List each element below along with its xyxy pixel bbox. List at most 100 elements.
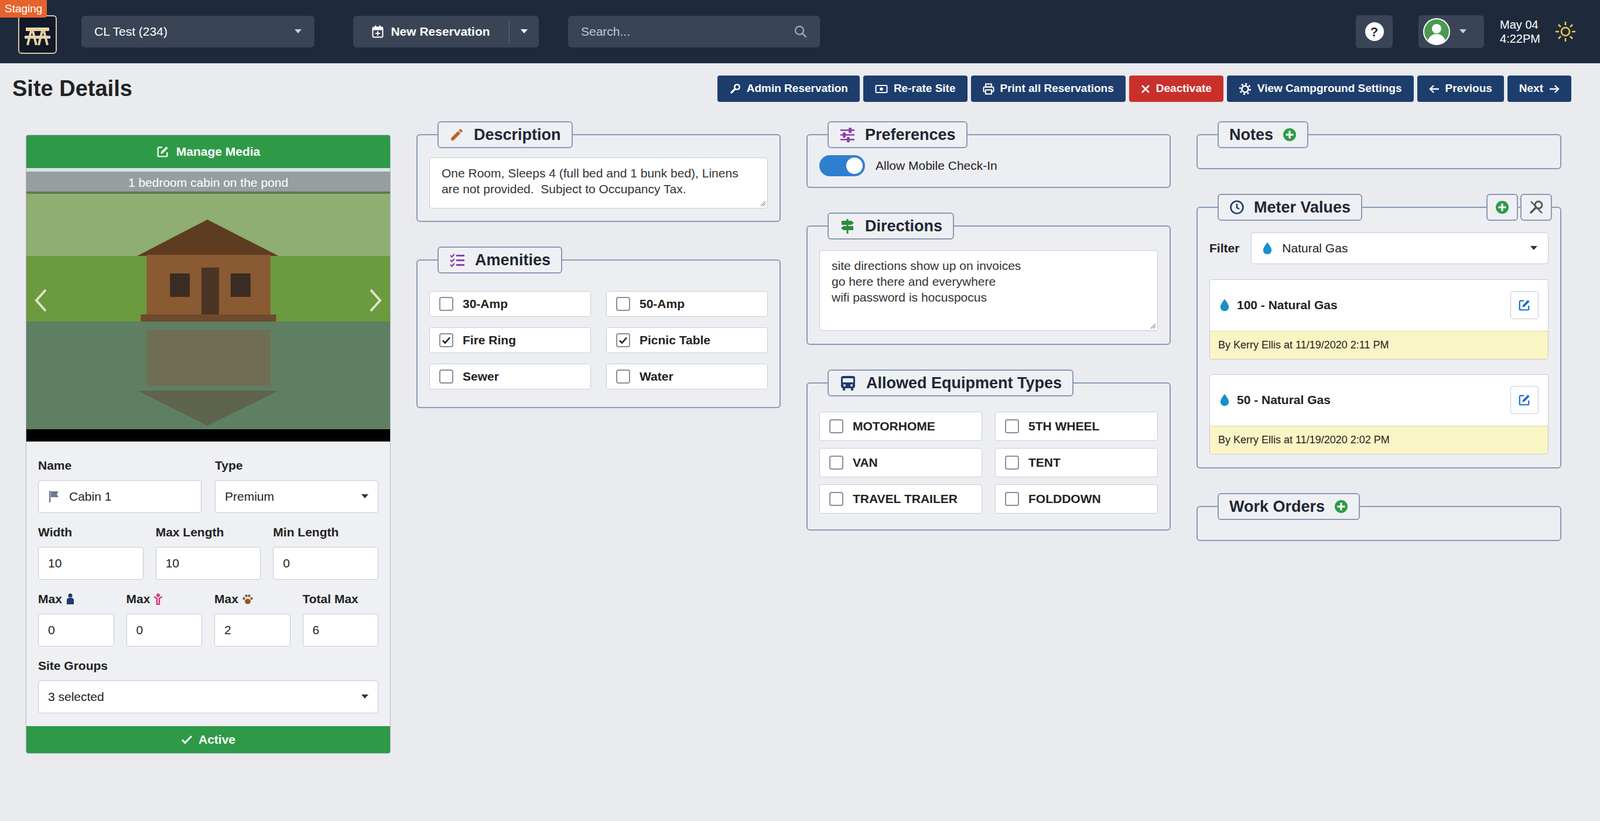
previous-photo-button[interactable] (33, 288, 49, 313)
equipment-item[interactable]: VAN (819, 448, 983, 478)
action-button[interactable]: Print all Reservations (971, 75, 1126, 102)
equipment-item[interactable]: MOTORHOME (819, 411, 983, 441)
checkbox[interactable] (829, 455, 844, 470)
equipment-item-label: TRAVEL TRAILER (852, 489, 958, 509)
form-field: Max (214, 591, 291, 647)
caret-down-icon (361, 494, 369, 499)
description-textarea[interactable]: One Room, Sleeps 4 (full bed and 1 bunk … (429, 157, 768, 209)
amenity-item[interactable]: Water (606, 363, 768, 390)
checkbox[interactable] (439, 333, 454, 348)
type-field[interactable]: Premium (214, 480, 379, 514)
text-input[interactable] (165, 554, 252, 573)
max-length-field[interactable] (155, 546, 262, 580)
time: 4:22PM (1499, 31, 1541, 46)
site-groups-field[interactable]: 3 selected (38, 680, 379, 714)
edit-meter-button[interactable] (1510, 385, 1539, 415)
filter-row: Filter Natural Gas (1209, 232, 1549, 265)
bus-icon (839, 374, 857, 392)
action-label: Admin Reservation (746, 80, 849, 98)
directions-textarea[interactable]: site directions show up on invoices go h… (819, 250, 1158, 331)
action-button[interactable]: Re-rate Site (863, 75, 968, 102)
checkbox[interactable] (439, 296, 454, 311)
max-children-field[interactable] (126, 613, 203, 647)
equipment-item[interactable]: 5TH WHEEL (995, 411, 1158, 441)
checkbox[interactable] (1004, 419, 1020, 434)
new-reservation-button[interactable]: New Reservation (353, 15, 539, 48)
form-field: Total Max (302, 591, 379, 647)
max-adults-field[interactable] (38, 613, 115, 647)
amenity-item[interactable]: Picnic Table (606, 327, 768, 354)
equipment-item[interactable]: TENT (995, 448, 1158, 478)
meter-author: By Kerry Ellis at 11/19/2020 2:11 PM (1218, 339, 1389, 351)
action-button[interactable]: Admin Reservation (717, 75, 860, 102)
meter-title: 50 - Natural Gas (1219, 390, 1331, 410)
amenities-panel: Amenities30-Amp50-AmpFire RingPicnic Tab… (416, 246, 781, 409)
field-label: Width (38, 524, 144, 540)
next-photo-button[interactable] (367, 288, 384, 313)
min-length-field[interactable] (272, 546, 379, 580)
divider (508, 20, 510, 43)
status-bar[interactable]: Active (26, 726, 391, 754)
search-box[interactable] (568, 15, 820, 48)
logo[interactable] (18, 15, 57, 54)
text-input[interactable] (48, 554, 134, 573)
checkbox[interactable] (1004, 491, 1020, 507)
checkbox[interactable] (829, 491, 844, 507)
site-card: Manage Media 1 bedroom cabin (25, 134, 391, 754)
text-input[interactable] (282, 554, 369, 573)
checkbox[interactable] (616, 369, 631, 384)
new-reservation-main[interactable]: New Reservation (353, 15, 509, 48)
edit-meter-button[interactable] (1510, 291, 1539, 320)
field-label-text: Max (214, 589, 239, 609)
new-reservation-menu[interactable] (509, 15, 539, 48)
max-pets-field[interactable] (214, 613, 291, 647)
equipment-item[interactable]: FOLDDOWN (995, 484, 1158, 514)
filter-label: Filter (1209, 238, 1240, 258)
text-input[interactable] (312, 620, 369, 640)
page-title: Site Details (12, 72, 133, 106)
text-input[interactable] (136, 620, 193, 640)
amenity-item-label: Picnic Table (639, 330, 711, 350)
action-label: Previous (1445, 80, 1493, 98)
add-meter-button[interactable] (1486, 193, 1519, 221)
help-button[interactable]: ? (1355, 15, 1393, 49)
amenity-item[interactable]: 50-Amp (606, 291, 768, 317)
theme-toggle[interactable] (1554, 20, 1577, 43)
manage-media-button[interactable]: Manage Media (26, 135, 391, 169)
panel-header: Meter Values (1217, 193, 1363, 221)
search-input[interactable] (580, 22, 788, 41)
meter-settings-button[interactable] (1520, 193, 1552, 221)
width-field[interactable] (38, 546, 144, 580)
meter-entry-body: 100 - Natural Gas (1209, 279, 1548, 331)
form-field: Name (38, 457, 202, 514)
amenity-item[interactable]: Sewer (429, 363, 591, 390)
field-label: Name (38, 457, 202, 474)
toggle-switch[interactable] (819, 155, 866, 177)
checkbox[interactable] (616, 296, 631, 311)
total-max-field[interactable] (302, 613, 379, 647)
amenity-item[interactable]: 30-Amp (429, 291, 591, 317)
text-input[interactable] (224, 620, 281, 640)
text-input[interactable] (48, 620, 105, 640)
campground-select[interactable]: CL Test (234) (81, 15, 315, 48)
panel-header: Description (437, 121, 573, 149)
action-button[interactable]: Next (1507, 75, 1572, 102)
checkbox[interactable] (829, 419, 844, 434)
panel-legend: Work Orders (1217, 493, 1360, 521)
meter-filter-select[interactable]: Natural Gas (1250, 232, 1549, 265)
action-button[interactable]: Previous (1417, 75, 1504, 102)
meter-values-panel: Meter Values Filter Natural Gas 100 - Natur… (1196, 193, 1562, 469)
add-button[interactable] (1334, 499, 1349, 514)
action-button[interactable]: Deactivate (1129, 75, 1224, 102)
add-button[interactable] (1282, 127, 1297, 142)
equipment-item[interactable]: TRAVEL TRAILER (819, 484, 983, 514)
field-label: Max Length (155, 524, 262, 540)
checkbox[interactable] (1004, 455, 1020, 470)
checkbox[interactable] (439, 369, 454, 384)
checkbox[interactable] (616, 333, 631, 348)
text-input[interactable] (69, 487, 192, 507)
user-menu[interactable] (1418, 15, 1485, 49)
action-button[interactable]: View Campground Settings (1226, 75, 1414, 102)
amenity-item[interactable]: Fire Ring (429, 327, 591, 354)
name-field[interactable] (38, 480, 202, 514)
